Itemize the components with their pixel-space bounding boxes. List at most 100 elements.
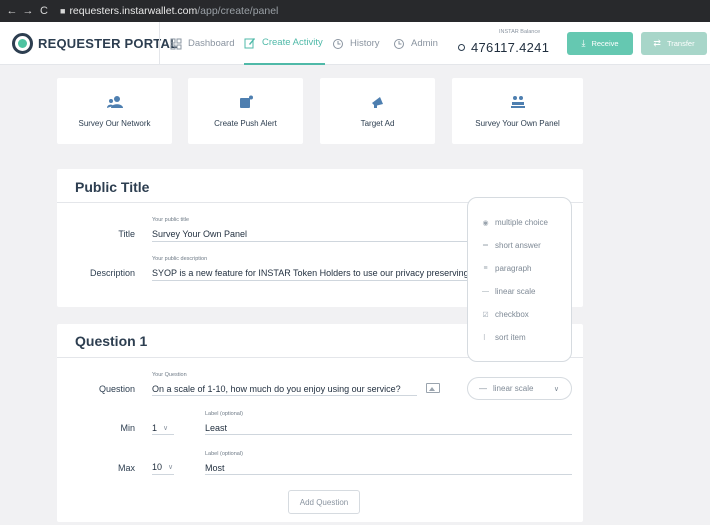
nav-dashboard[interactable]: Dashboard — [170, 22, 234, 65]
question-underline — [152, 395, 417, 396]
option-label: multiple choice — [495, 218, 548, 227]
back-icon[interactable]: ← — [4, 5, 20, 17]
min-label-input[interactable]: Least — [205, 423, 505, 433]
balance-value: 476117.4241 — [471, 40, 550, 55]
nav-label: Dashboard — [188, 38, 235, 49]
max-label: Max — [117, 463, 135, 473]
nav-history[interactable]: History — [332, 22, 380, 65]
min-underline — [152, 434, 174, 435]
title-hint: Your public title — [152, 217, 190, 223]
balance-label: INSTAR Balance — [499, 29, 541, 35]
linear-scale-icon: — — [479, 384, 487, 393]
activity-label: Survey Your Own Panel — [475, 118, 560, 128]
title-input[interactable]: Survey Your Own Panel — [152, 229, 467, 239]
short-answer-icon: ═ — [483, 242, 488, 249]
radio-icon: ◉ — [482, 219, 489, 227]
option-label: short answer — [495, 241, 541, 250]
option-label: sort item — [495, 333, 526, 342]
transfer-icon: ⇄ — [653, 38, 661, 48]
history-icon — [333, 38, 343, 49]
option-linear-scale[interactable]: — linear scale — [481, 287, 535, 296]
reload-icon[interactable]: C — [36, 5, 52, 17]
description-underline — [152, 280, 467, 281]
activity-target-ad[interactable]: Target Ad — [320, 78, 435, 144]
max-label-hint: Label (optional) — [205, 451, 243, 457]
description-hint: Your public description — [152, 256, 208, 262]
forward-icon[interactable]: → — [20, 5, 36, 17]
image-icon[interactable] — [426, 383, 440, 393]
max-value: 10 — [152, 462, 163, 472]
question-label: Question — [98, 384, 135, 394]
title-underline — [152, 241, 467, 242]
checkbox-icon: ☑ — [482, 311, 489, 319]
chevron-down-icon: ∨ — [168, 464, 174, 471]
header-divider — [159, 22, 160, 65]
option-short-answer[interactable]: ═ short answer — [481, 241, 541, 250]
drag-icon: ⠇ — [482, 334, 489, 342]
question-type-value: linear scale — [493, 384, 534, 393]
browser-bar: ← → C ■ requesters.instarwallet.com/app/… — [0, 0, 710, 22]
title-label: Title — [118, 229, 135, 239]
grid-icon — [170, 38, 182, 49]
megaphone-icon — [371, 96, 383, 108]
min-value: 1 — [152, 423, 158, 433]
option-label: linear scale — [495, 287, 536, 296]
linear-scale-icon: — — [482, 288, 489, 295]
max-select[interactable]: 10 ∨ — [152, 462, 173, 472]
description-input[interactable]: SYOP is a new feature for INSTAR Token H… — [152, 268, 467, 278]
question-input[interactable]: On a scale of 1-10, how much do you enjo… — [152, 384, 417, 394]
add-question-button[interactable]: Add Question — [288, 490, 360, 514]
url-host: requesters.instarwallet.com — [69, 5, 198, 17]
option-checkbox[interactable]: ☑ checkbox — [481, 310, 529, 319]
balance: 476117.4241 — [458, 40, 549, 55]
coin-icon — [458, 44, 465, 51]
activity-label: Create Push Alert — [214, 118, 277, 128]
option-multiple-choice[interactable]: ◉ multiple choice — [481, 218, 548, 227]
min-select[interactable]: 1 ∨ — [152, 423, 168, 433]
description-label: Description — [89, 268, 135, 278]
activity-survey-network[interactable]: Survey Our Network — [57, 78, 172, 144]
question-type-dropdown: ◉ multiple choice ═ short answer ≡ parag… — [467, 197, 572, 362]
activity-survey-panel[interactable]: Survey Your Own Panel — [452, 78, 583, 144]
question-type-select[interactable]: — linear scale ∨ — [467, 377, 572, 400]
nav-label: History — [350, 38, 380, 49]
max-label-input[interactable]: Most — [205, 463, 505, 473]
option-paragraph[interactable]: ≡ paragraph — [481, 264, 531, 273]
users-icon — [106, 95, 123, 108]
app-header: REQUESTER PORTAL Dashboard Create Activi… — [0, 22, 710, 65]
chevron-down-icon: ∨ — [163, 425, 169, 432]
brand-title[interactable]: REQUESTER PORTAL — [38, 36, 178, 51]
receive-button[interactable]: ⤓ Receive — [567, 32, 633, 55]
receive-label: Receive — [591, 39, 619, 48]
address-bar[interactable]: requesters.instarwallet.com/app/create/p… — [69, 5, 278, 17]
min-label-hint: Label (optional) — [205, 411, 243, 417]
panel-icon — [510, 95, 525, 108]
option-sort-item[interactable]: ⠇ sort item — [481, 333, 526, 342]
option-label: paragraph — [495, 264, 532, 273]
max-label-underline — [205, 474, 572, 475]
chevron-down-icon: ∨ — [553, 385, 559, 393]
min-label: Min — [120, 423, 135, 433]
nav-admin[interactable]: Admin — [393, 22, 438, 65]
min-label-underline — [205, 434, 572, 435]
paragraph-icon: ≡ — [483, 265, 488, 272]
option-label: checkbox — [495, 310, 529, 319]
logo-icon[interactable] — [12, 33, 33, 54]
public-title-heading: Public Title — [75, 179, 150, 195]
url-path: /app/create/panel — [197, 5, 279, 17]
activity-label: Target Ad — [360, 118, 395, 128]
download-icon: ⤓ — [581, 38, 586, 48]
admin-icon — [394, 38, 404, 49]
transfer-button[interactable]: ⇄ Transfer — [641, 32, 707, 55]
nav-label: Admin — [411, 38, 438, 49]
question-heading: Question 1 — [75, 333, 148, 349]
lock-icon: ■ — [60, 6, 66, 16]
edit-icon — [244, 37, 255, 48]
question-hint: Your Question — [152, 372, 187, 378]
activity-push-alert[interactable]: Create Push Alert — [188, 78, 303, 144]
nav-label: Create Activity — [262, 37, 323, 48]
alert-icon — [239, 95, 253, 108]
max-underline — [152, 474, 174, 475]
activity-label: Survey Our Network — [78, 118, 151, 128]
nav-create-activity[interactable]: Create Activity — [244, 22, 325, 65]
